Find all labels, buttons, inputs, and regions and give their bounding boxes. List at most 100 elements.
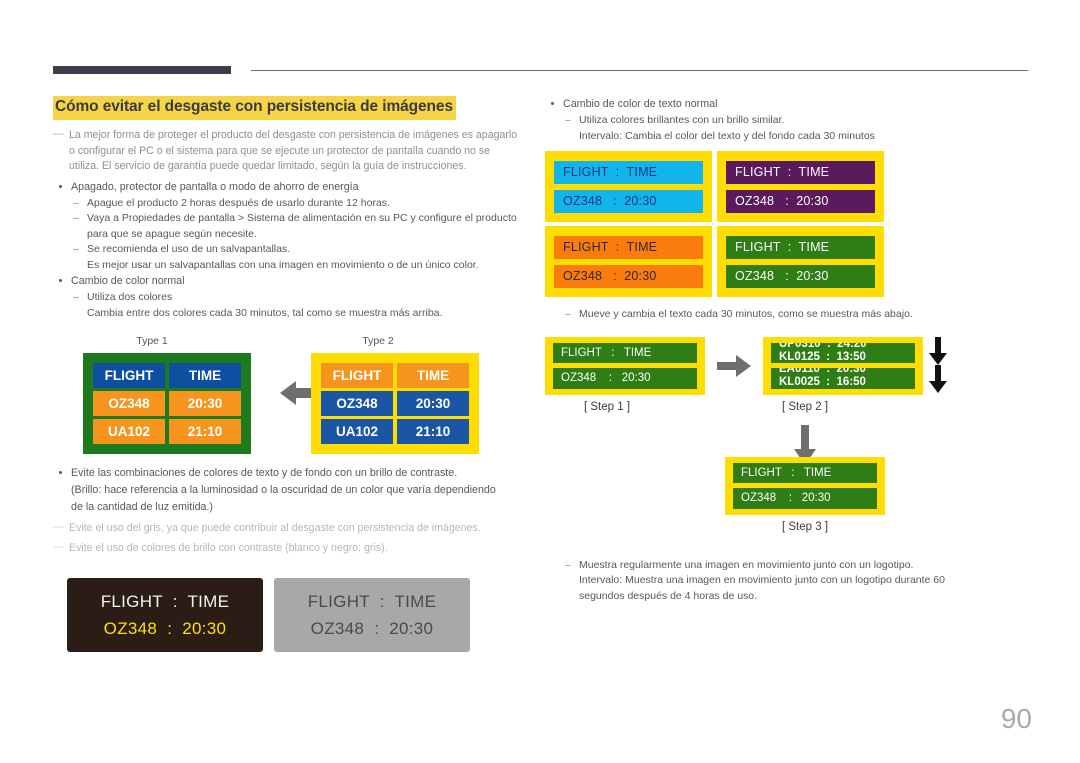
color-panel-green: FLIGHT : TIME OZ348 : 20:30 [717, 226, 884, 297]
note-avoid-gray: — Evite el uso del gris, ya que puede co… [53, 521, 523, 537]
bullet-text-color-change: Cambio de color de texto normal [545, 96, 1035, 112]
step2-strip2-top: EA0110 : 20:30 [779, 368, 866, 375]
panel-cyan-line1: FLIGHT : TIME [554, 160, 703, 184]
step3-caption: [ Step 3 ] [781, 520, 829, 533]
bullet-avoid-contrast: Evite las combinaciones de colores de te… [53, 465, 523, 481]
cell-flight-header: FLIGHT [321, 363, 393, 389]
sub-display-properties-label: Vaya a Propiedades de pantalla > Sistema… [87, 212, 517, 240]
step3-line2: OZ348 : 20:30 [733, 488, 877, 509]
sub-move-text-label: Mueve y cambia el texto cada 30 minutos,… [579, 308, 913, 320]
bullet-power-saving: Apagado, protector de pantalla o modo de… [53, 179, 523, 195]
header-rule-line [251, 70, 1028, 71]
bullet-avoid-contrast-label: Evite las combinaciones de colores de te… [71, 467, 458, 480]
bullet-power-saving-label: Apagado, protector de pantalla o modo de… [71, 180, 359, 193]
flight-board-type2: FLIGHT TIME OZ348 20:30 UA102 21:10 [311, 353, 479, 455]
cell-flight-value: UA102 [321, 419, 393, 445]
step1-line2: OZ348 : 20:30 [553, 368, 697, 389]
color-panel-cyan: FLIGHT : TIME OZ348 : 20:30 [545, 151, 712, 222]
sample-gray-line2: OZ348 : 20:30 [310, 618, 434, 638]
sub-dash-icon: – [73, 212, 79, 225]
sub-dash-icon: – [73, 196, 79, 209]
sub-display-properties: – Vaya a Propiedades de pantalla > Siste… [53, 211, 523, 242]
sub-dash-icon: – [565, 114, 571, 126]
sub-two-colors-detail: Cambia entre dos colores cada 30 minutos… [87, 306, 443, 319]
board-row: UA102 21:10 [93, 419, 241, 445]
panel-purple-line1: FLIGHT : TIME [726, 160, 875, 184]
right-column: Cambio de color de texto normal – Utiliz… [545, 96, 1035, 604]
cell-flight-value: UA102 [93, 419, 165, 445]
sample-dark-line2: OZ348 : 20:30 [103, 618, 227, 638]
panel-orange-line2: OZ348 : 20:30 [554, 264, 703, 288]
sample-gray-line1: FLIGHT : TIME [307, 591, 437, 611]
brightness-sample-figure: FLIGHT : TIME OZ348 : 20:30 FLIGHT : TIM… [53, 578, 523, 658]
note-dash-icon: — [53, 127, 64, 140]
cell-time-header: TIME [169, 363, 241, 389]
type1-label: Type 1 [136, 335, 168, 348]
bullet-text-color-change-label: Cambio de color de texto normal [563, 98, 718, 110]
note-dash-icon: — [53, 540, 64, 553]
bullet-color-change: Cambio de color normal [53, 273, 523, 289]
cell-time-value: 21:10 [169, 419, 241, 445]
bullet-dot-icon [59, 279, 62, 283]
board-row: OZ348 20:30 [321, 391, 469, 417]
sub-bright-colors-label: Utiliza colores brillantes con un brillo… [579, 114, 785, 126]
note-avoid-bw-contrast-text: Evite el uso de colores de brillo con co… [69, 541, 388, 554]
header-rule-block [53, 66, 231, 74]
step3-line1: FLIGHT : TIME [733, 462, 877, 483]
page-number: 90 [1000, 703, 1032, 734]
panel-green-line2: OZ348 : 20:30 [726, 264, 875, 288]
scroll-down-arrows-icon [928, 336, 948, 393]
sub-moving-image-interval-1: Intervalo: Muestra una imagen en movimie… [579, 574, 945, 586]
panel-cyan-line2: OZ348 : 20:30 [554, 189, 703, 213]
sub-moving-image-logo-label: Muestra regularmente una imagen en movim… [579, 558, 914, 571]
panel-green-line1: FLIGHT : TIME [726, 235, 875, 259]
sub-dash-icon: – [73, 243, 79, 256]
step1-board: FLIGHT : TIME OZ348 : 20:30 [545, 336, 705, 395]
sample-panel-gray: FLIGHT : TIME OZ348 : 20:30 [274, 578, 470, 653]
cell-time-value: 20:30 [397, 391, 469, 417]
step1-caption: [ Step 1 ] [583, 400, 631, 413]
bullet-avoid-contrast-detail-2: de la cantidad de luz emitida.) [71, 501, 213, 514]
sample-dark-line1: FLIGHT : TIME [100, 591, 230, 611]
step2-strip1-bottom: KL0125 : 13:50 [779, 350, 866, 363]
sample-panel-dark: FLIGHT : TIME OZ348 : 20:30 [67, 578, 263, 653]
color-panel-orange: FLIGHT : TIME OZ348 : 20:30 [545, 226, 712, 297]
panel-purple-line2: OZ348 : 20:30 [726, 189, 875, 213]
left-column: Cómo evitar el desgaste con persistencia… [53, 96, 523, 658]
sub-bright-colors: – Utiliza colores brillantes con un bril… [545, 113, 1035, 129]
note-avoid-gray-text: Evite el uso del gris, ya que puede cont… [69, 522, 481, 535]
sub-two-colors-label: Utiliza dos colores [87, 291, 173, 304]
sub-screensaver-label: Se recomienda el uso de un salvapantalla… [87, 243, 291, 256]
bullet-avoid-contrast-detail-1: (Brillo: hace referencia a la luminosida… [71, 484, 496, 497]
sub-turn-off-2-hours-label: Apague el producto 2 horas después de us… [87, 196, 390, 209]
cell-flight-header: FLIGHT [93, 363, 165, 389]
step2-strip2-bottom: KL0025 : 16:50 [779, 376, 866, 388]
sub-screensaver-detail: Es mejor usar un salvapantallas con una … [87, 258, 479, 271]
sub-turn-off-2-hours: – Apague el producto 2 horas después de … [53, 196, 523, 212]
bullet-color-change-label: Cambio de color normal [71, 275, 185, 288]
note-dash-icon: — [53, 521, 64, 534]
arrow-right-icon [717, 354, 751, 377]
board-row: FLIGHT TIME [321, 363, 469, 389]
step2-strip1: UP0310 : 24:20 KL0125 : 13:50 [771, 342, 915, 363]
note-avoid-bw-contrast: — Evite el uso de colores de brillo con … [53, 541, 523, 557]
sub-move-text: – Mueve y cambia el texto cada 30 minuto… [545, 307, 1035, 323]
intro-note-text: La mejor forma de proteger el producto d… [69, 128, 518, 173]
step2-board: UP0310 : 24:20 KL0125 : 13:50 EA0110 : 2… [763, 336, 923, 395]
intro-note: — La mejor forma de proteger el producto… [53, 128, 523, 175]
sub-dash-icon: – [565, 558, 571, 571]
step2-strip1-top: UP0310 : 24:20 [779, 342, 867, 350]
board-row: OZ348 20:30 [93, 391, 241, 417]
document-page: Cómo evitar el desgaste con persistencia… [0, 0, 1080, 763]
cell-time-value: 20:30 [169, 391, 241, 417]
color-panel-purple: FLIGHT : TIME OZ348 : 20:30 [717, 151, 884, 222]
bullet-dot-icon [59, 184, 62, 188]
flight-board-type1: FLIGHT TIME OZ348 20:30 UA102 21:10 [83, 353, 251, 455]
bullet-dot-icon [59, 471, 62, 475]
sub-two-colors: – Utiliza dos colores [53, 290, 523, 306]
step3-board: FLIGHT : TIME OZ348 : 20:30 [725, 456, 885, 515]
cell-time-header: TIME [397, 363, 469, 389]
bullet-dot-icon [551, 102, 554, 105]
cell-flight-value: OZ348 [321, 391, 393, 417]
sub-screensaver: – Se recomienda el uso de un salvapantal… [53, 242, 523, 258]
